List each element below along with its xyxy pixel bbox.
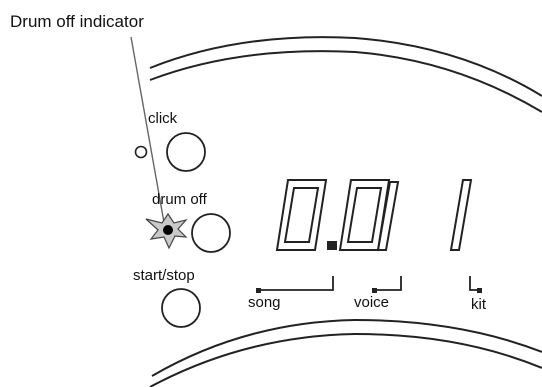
drum-panel-diagram: Drum off indicator click drum off start/…	[0, 0, 542, 387]
drum-off-control: drum off	[145, 191, 231, 253]
voice-label: voice	[354, 294, 389, 311]
click-indicator-led	[134, 145, 148, 159]
drum-off-button[interactable]	[191, 213, 231, 253]
display-decimal-point	[327, 241, 337, 250]
top-panel-edge	[149, 36, 542, 113]
panel-illustration: Drum off indicator click drum off start/…	[10, 12, 542, 387]
click-button[interactable]	[166, 132, 206, 172]
song-label: song	[248, 294, 281, 311]
click-label: click	[148, 110, 178, 127]
voice-bracket	[375, 276, 402, 291]
bottom-panel-edge	[149, 318, 542, 387]
display-digit-1	[275, 179, 328, 251]
drum-off-label: drum off	[152, 191, 208, 208]
start-stop-label: start/stop	[133, 267, 195, 284]
display-digit-2	[338, 179, 391, 251]
start-stop-button[interactable]	[161, 288, 201, 328]
kit-bracket	[469, 276, 479, 291]
kit-label: kit	[471, 296, 487, 313]
display-digit-4	[449, 179, 473, 251]
drum-off-indicator-led	[163, 225, 173, 235]
start-stop-control: start/stop	[133, 267, 201, 328]
song-bracket	[259, 276, 334, 291]
callout-label: Drum off indicator	[10, 12, 144, 31]
display-brackets	[256, 276, 482, 293]
segment-display	[275, 179, 473, 251]
